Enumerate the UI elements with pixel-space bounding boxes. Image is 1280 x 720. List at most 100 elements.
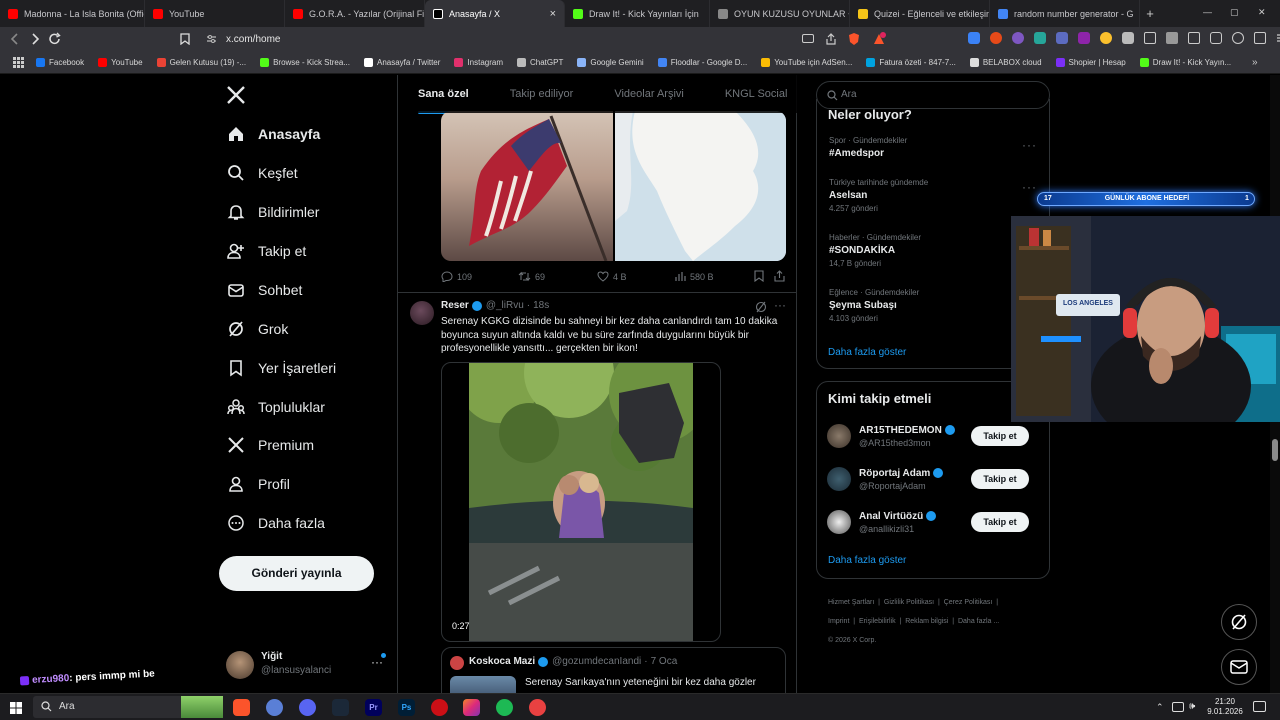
follow-suggestion[interactable]: AR15THEDEMON @AR15thed3mon Takip et [827, 424, 1039, 448]
post-time[interactable]: 18s [533, 300, 549, 311]
trend-item[interactable]: Eğlence · Gündemdekiler Şeyma Subaşı 4.103… [829, 288, 919, 323]
extension-icon[interactable] [1056, 32, 1068, 44]
extension-icon[interactable] [990, 32, 1002, 44]
volume-icon[interactable]: 🕪 [1189, 701, 1195, 712]
trend-item[interactable]: Spor · Gündemdekiler #Amedspor [829, 136, 907, 162]
puzzle-icon[interactable] [1122, 32, 1134, 44]
taskbar-search[interactable]: Ara [33, 696, 223, 718]
footer-link[interactable]: Erişilebilirlik [859, 618, 896, 625]
close-window-icon[interactable]: ✕ [1258, 7, 1266, 18]
sidebar-item-communities[interactable]: Topluluklar [226, 395, 325, 419]
tray-chevron-icon[interactable]: ⌃ [1156, 702, 1164, 713]
notification-center-icon[interactable] [1253, 701, 1266, 712]
menu-icon[interactable] [1276, 32, 1280, 44]
clock[interactable]: 21:20 9.01.2026 [1204, 697, 1246, 717]
sidebar-item-bookmark[interactable]: Yer İşaretleri [226, 356, 336, 380]
trend-item[interactable]: Türkiye tarihinde gündemde Aselsan 4.257 g… [829, 178, 928, 213]
leo-ai-icon[interactable] [1232, 32, 1244, 44]
reload-icon[interactable] [48, 32, 62, 46]
browser-tab[interactable]: Draw It! - Kick Yayınları İçin [565, 0, 710, 27]
new-tab-button[interactable]: + [1140, 6, 1160, 21]
reply-count[interactable]: 109 [441, 271, 472, 282]
sidebar-item-grok[interactable]: Grok [226, 317, 288, 341]
bookmark-item[interactable]: Google Gemini [577, 58, 644, 67]
footer-link[interactable]: Hizmet Şartları [828, 599, 874, 606]
timeline-tab[interactable]: Videolar Arşivi [614, 88, 684, 100]
bookmark-page-icon[interactable] [180, 33, 190, 45]
close-tab-icon[interactable]: × [550, 8, 556, 20]
bookmark-item[interactable]: Fatura özeti - 847-7... [866, 58, 956, 67]
bookmark-item[interactable]: YouTube için AdSen... [761, 58, 852, 67]
post-handle[interactable]: @_liRvu [486, 300, 524, 311]
follow-suggestion[interactable]: Anal Virtüözü @anallikizli31 Takip et [827, 510, 1039, 534]
bookmark-item[interactable]: Shopier | Hesap [1055, 58, 1126, 67]
timeline-tab[interactable]: Sana özel [418, 88, 469, 100]
sidebar-item-mail[interactable]: Sohbet [226, 278, 302, 302]
extension-icon[interactable] [1100, 32, 1112, 44]
opera-taskbar-icon[interactable] [431, 699, 448, 716]
footer-link[interactable]: Çerez Politikası [944, 599, 993, 606]
footer-link[interactable]: Reklam bilgisi [905, 618, 948, 625]
photoshop-taskbar-icon[interactable]: Ps [398, 699, 415, 716]
account-switcher[interactable]: Yiğit @lansusyalanci ··· [226, 649, 388, 681]
grok-explain-icon[interactable] [755, 301, 767, 313]
like-count[interactable]: 4 B [597, 271, 627, 282]
sidebar-item-more-circle[interactable]: Daha fazla [226, 511, 325, 535]
trend-more-icon[interactable]: ··· [1022, 138, 1037, 152]
post-more-icon[interactable]: ··· [774, 298, 786, 312]
minimize-icon[interactable]: — [1203, 7, 1212, 17]
screenshot-icon[interactable] [1144, 32, 1156, 44]
bookmarks-overflow-icon[interactable]: » [1252, 57, 1258, 68]
apps-grid-icon[interactable] [0, 57, 36, 68]
browser-tab[interactable]: random number generator - G [990, 0, 1140, 27]
timeline-tab[interactable]: KNGL Social [725, 88, 788, 100]
post-media-grid[interactable] [441, 111, 786, 261]
extension-icon[interactable] [1078, 32, 1090, 44]
post-author[interactable]: Reser [441, 300, 469, 311]
browser-tab[interactable]: YouTube [145, 0, 285, 27]
follow-button[interactable]: Takip et [971, 512, 1029, 532]
x-logo-icon[interactable] [226, 85, 246, 105]
bookmark-item[interactable]: Anasayfa / Twitter [363, 58, 440, 67]
bookmark-item[interactable]: Browse - Kick Strea... [260, 58, 350, 67]
flag-photo[interactable] [441, 111, 613, 261]
follow-button[interactable]: Takip et [971, 426, 1029, 446]
bookmark-item[interactable]: YouTube [98, 58, 143, 67]
restore-icon[interactable]: ▢ [1230, 7, 1239, 18]
sidebar-item-bell[interactable]: Bildirimler [226, 200, 319, 224]
footer-link[interactable]: Daha fazla ... [958, 618, 999, 625]
quoted-post[interactable]: Koskoca Mazi @gozumdecanIandi · 7 Oca Se… [441, 647, 786, 693]
vpn-icon[interactable] [1254, 32, 1266, 44]
forward-icon[interactable] [30, 33, 40, 45]
wallet-icon[interactable] [1210, 32, 1222, 44]
bookmark-item[interactable]: Floodlar - Google D... [657, 58, 747, 67]
share-post-icon[interactable] [774, 270, 785, 282]
post-video[interactable]: 0:27 [441, 362, 721, 642]
trend-item[interactable]: Haberler · Gündemdekiler #SONDAKİKA 14,7 B… [829, 233, 921, 268]
avatar[interactable] [410, 301, 434, 325]
footer-link[interactable]: Gizlilik Politikası [884, 599, 934, 606]
sidebar-item-x-logo[interactable]: Premium [226, 433, 314, 457]
extension-icon[interactable] [1034, 32, 1046, 44]
windows-start-icon[interactable] [10, 702, 22, 714]
browser-tab[interactable]: OYUN KUZUSU OYUNLAR ++ [710, 0, 850, 27]
discord-taskbar-icon[interactable] [299, 699, 316, 716]
sidebar-item-search[interactable]: Keşfet [226, 161, 298, 185]
address-bar-url[interactable]: x.com/home [200, 31, 940, 49]
messages-floating-button[interactable] [1221, 649, 1257, 685]
app-taskbar-icon[interactable] [266, 699, 283, 716]
sidebar-icon[interactable] [1188, 32, 1200, 44]
video-frame[interactable] [469, 363, 693, 641]
bookmark-item[interactable]: ChatGPT [517, 58, 563, 67]
steam-taskbar-icon[interactable] [332, 699, 349, 716]
browser-tab[interactable]: Quizei - Eğlenceli ve etkileşimli [850, 0, 990, 27]
bookmark-item[interactable]: Draw It! - Kick Yayın... [1139, 58, 1231, 67]
follow-suggestion[interactable]: Röportaj Adam @RoportajAdam Takip et [827, 467, 1039, 491]
sidebar-item-home[interactable]: Anasayfa [226, 122, 320, 146]
timeline-tab[interactable]: Takip ediliyor [510, 88, 574, 100]
browser-tab[interactable]: G.O.R.A. - Yazılar (Orijinal Film [285, 0, 425, 27]
spotify-taskbar-icon[interactable] [496, 699, 513, 716]
repost-count[interactable]: 69 [518, 271, 545, 282]
bookmark-item[interactable]: Gelen Kutusu (19) -... [156, 58, 246, 67]
view-count[interactable]: 580 B [675, 271, 714, 282]
